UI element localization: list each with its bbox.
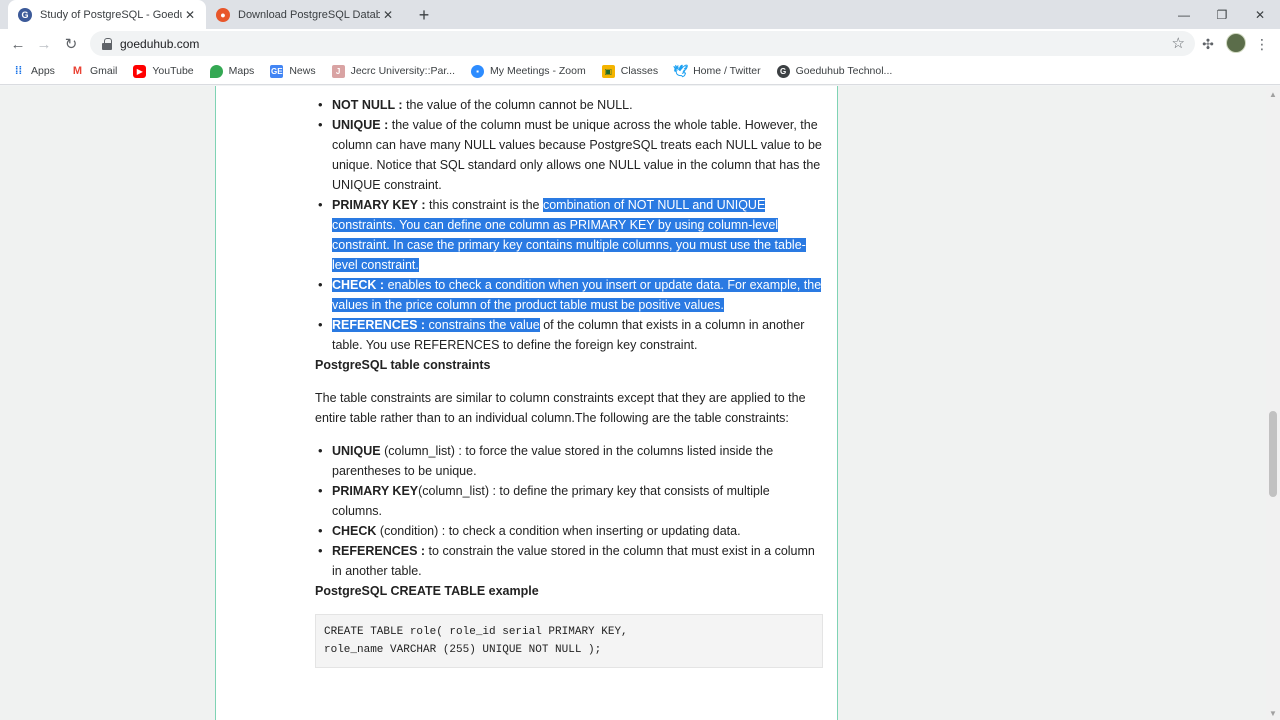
constraint-desc: enables to check a condition when you in… [332,278,822,312]
lock-icon [102,37,112,50]
bookmark-twitter[interactable]: 🕊 Home / Twitter [672,64,761,78]
table-constraints-heading: PostgreSQL table constraints [315,358,491,372]
profile-avatar[interactable] [1226,33,1246,53]
code-line: CREATE TABLE role( role_id serial PRIMAR… [324,626,628,638]
address-bar[interactable]: goeduhub.com ☆ [90,31,1195,56]
gmail-icon: M [72,65,83,77]
code-line: role_name VARCHAR (255) UNIQUE NOT NULL … [324,644,602,656]
constraint-term: UNIQUE : [332,118,389,132]
article-container: NOT NULL : the value of the column canno… [215,86,838,720]
tab-study-postgresql[interactable]: G Study of PostgreSQL - Goeduhub ✕ [8,0,206,29]
apps-grid-icon: ⁞⁞ [14,65,23,77]
url-text: goeduhub.com [120,36,200,51]
bookmark-label: Home / Twitter [693,65,761,77]
bookmark-label: Classes [620,65,659,77]
browser-toolbar: ← → ↻ goeduhub.com ☆ ✣ ⋮ [0,29,1280,58]
restore-icon[interactable]: ❐ [1202,0,1242,29]
constraint-term: REFERENCES : [332,544,426,558]
tab-title: Download PostgreSQL Database [238,8,380,21]
article-content: NOT NULL : the value of the column canno… [315,95,823,668]
bookmark-label: News [289,65,316,77]
classes-icon: ▣ [601,64,615,78]
constraint-desc: (column_list) : to force the value store… [332,444,774,478]
list-item: UNIQUE : the value of the column must be… [315,115,823,195]
list-item: REFERENCES : constrains the value of the… [315,315,823,355]
menu-dots-icon[interactable]: ⋮ [1251,33,1273,55]
news-icon: GE [270,64,284,78]
column-constraints-list: NOT NULL : the value of the column canno… [315,95,823,355]
list-item: PRIMARY KEY : this constraint is the com… [315,195,823,275]
scrollbar-thumb[interactable] [1269,411,1277,497]
bookmark-star-icon[interactable]: ☆ [1172,34,1185,52]
download-favicon-icon: ● [216,7,230,22]
constraint-desc: (condition) : to check a condition when … [376,524,741,538]
constraint-term: PRIMARY KEY [332,484,419,498]
table-constraints-list: UNIQUE (column_list) : to force the valu… [315,441,823,581]
extensions-puzzle-icon[interactable]: ✣ [1197,33,1219,55]
bookmark-goeduhub[interactable]: G Goeduhub Technol... [776,64,893,78]
constraint-term: PRIMARY KEY : [332,198,426,212]
constraint-desc: the value of the column cannot be NULL. [402,98,633,112]
selected-text: REFERENCES : constrains the value [332,318,540,332]
bookmark-apps[interactable]: ⁞⁞ Apps [12,65,55,78]
bookmark-label: Goeduhub Technol... [795,65,893,77]
tab-strip: G Study of PostgreSQL - Goeduhub ✕ ● Dow… [0,0,1280,29]
tab-title: Study of PostgreSQL - Goeduhub [40,8,182,21]
bookmark-gmail[interactable]: M Gmail [71,65,118,78]
minimize-icon[interactable]: — [1164,0,1204,29]
bookmark-label: Gmail [89,65,118,77]
tab-download-postgresql[interactable]: ● Download PostgreSQL Database ✕ [206,0,404,29]
scroll-up-arrow-icon[interactable]: ▲ [1269,90,1277,99]
constraint-desc: this constraint is the [425,198,543,212]
create-table-heading: PostgreSQL CREATE TABLE example [315,584,539,598]
code-block[interactable]: CREATE TABLE role( role_id serial PRIMAR… [315,614,823,668]
web-page: NOT NULL : the value of the column canno… [0,86,1266,720]
back-arrow-icon[interactable]: ← [7,33,29,55]
bookmark-classes[interactable]: ▣ Classes [601,64,659,78]
reload-icon[interactable]: ↻ [60,33,82,55]
constraint-term: UNIQUE [332,444,381,458]
bookmark-label: YouTube [152,65,194,77]
list-item: NOT NULL : the value of the column canno… [315,95,823,115]
list-item: UNIQUE (column_list) : to force the valu… [315,441,823,481]
zoom-icon: ▪ [471,64,485,78]
bookmark-news[interactable]: GE News [270,64,316,78]
goeduhub-favicon-icon: G [18,7,32,22]
youtube-icon: ▶ [133,64,147,78]
list-item: PRIMARY KEY(column_list) : to define the… [315,481,823,521]
bookmark-jecrc[interactable]: J Jecrc University::Par... [331,64,456,78]
new-tab-plus-icon[interactable]: + [414,5,434,25]
bookmark-zoom[interactable]: ▪ My Meetings - Zoom [471,64,586,78]
table-constraints-intro: The table constraints are similar to col… [315,391,806,425]
bookmark-label: Apps [31,65,55,77]
close-tab-icon[interactable]: ✕ [380,7,396,23]
list-item: REFERENCES : to constrain the value stor… [315,541,823,581]
forward-arrow-icon[interactable]: → [33,33,55,55]
list-item: CHECK : enables to check a condition whe… [315,275,823,315]
bookmark-youtube[interactable]: ▶ YouTube [133,64,194,78]
constraint-term: NOT NULL : [332,98,403,112]
constraint-term: REFERENCES : [332,318,426,332]
list-item: CHECK (condition) : to check a condition… [315,521,823,541]
selected-text: CHECK : enables to check a condition whe… [332,278,822,312]
bookmarks-bar: ⁞⁞ Apps M Gmail ▶ YouTube Maps GE News J… [0,58,1280,85]
maps-icon [209,64,223,78]
bookmark-label: Maps [228,65,255,77]
twitter-icon: 🕊 [672,64,689,78]
constraint-desc: constrains the value [425,318,540,332]
constraint-term: CHECK : [332,278,385,292]
close-tab-icon[interactable]: ✕ [182,7,198,23]
scroll-down-arrow-icon[interactable]: ▼ [1269,709,1277,718]
page-scrollbar[interactable]: ▲ ▼ [1266,86,1280,720]
bookmark-label: My Meetings - Zoom [490,65,586,77]
constraint-desc: the value of the column must be unique a… [332,118,822,192]
bookmark-label: Jecrc University::Par... [350,65,456,77]
close-window-icon[interactable]: ✕ [1240,0,1280,29]
constraint-term: CHECK [332,524,377,538]
jecrc-icon: J [331,64,345,78]
bookmark-maps[interactable]: Maps [209,64,255,78]
goeduhub-icon: G [776,64,790,78]
